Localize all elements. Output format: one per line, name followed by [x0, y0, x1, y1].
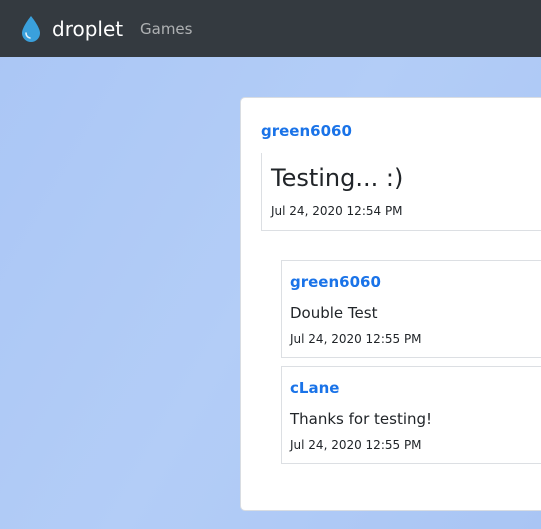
reply-author-link[interactable]: cLane — [290, 379, 339, 397]
reply-item: green6060 Double Test Jul 24, 2020 12:55… — [281, 260, 541, 358]
droplet-icon — [22, 16, 40, 42]
reply-timestamp: Jul 24, 2020 12:55 PM — [290, 438, 422, 452]
post-body: Testing... :) Jul 24, 2020 12:54 PM — [261, 153, 541, 231]
post-title: Testing... :) — [271, 164, 404, 192]
post-author-link[interactable]: green6060 — [261, 122, 352, 140]
reply-author-link[interactable]: green6060 — [290, 273, 381, 291]
thread-card: green6060 Testing... :) Jul 24, 2020 12:… — [240, 97, 541, 511]
top-navbar: droplet Games — [0, 0, 541, 57]
reply-text: Thanks for testing! — [290, 410, 433, 428]
brand-link[interactable]: droplet — [20, 14, 123, 44]
brand-name: droplet — [52, 17, 124, 41]
reply-item: cLane Thanks for testing! Jul 24, 2020 1… — [281, 366, 541, 464]
nav-link-games[interactable]: Games — [140, 19, 192, 39]
reply-text: Double Test — [290, 304, 378, 322]
post-timestamp: Jul 24, 2020 12:54 PM — [271, 204, 403, 218]
reply-timestamp: Jul 24, 2020 12:55 PM — [290, 332, 422, 346]
